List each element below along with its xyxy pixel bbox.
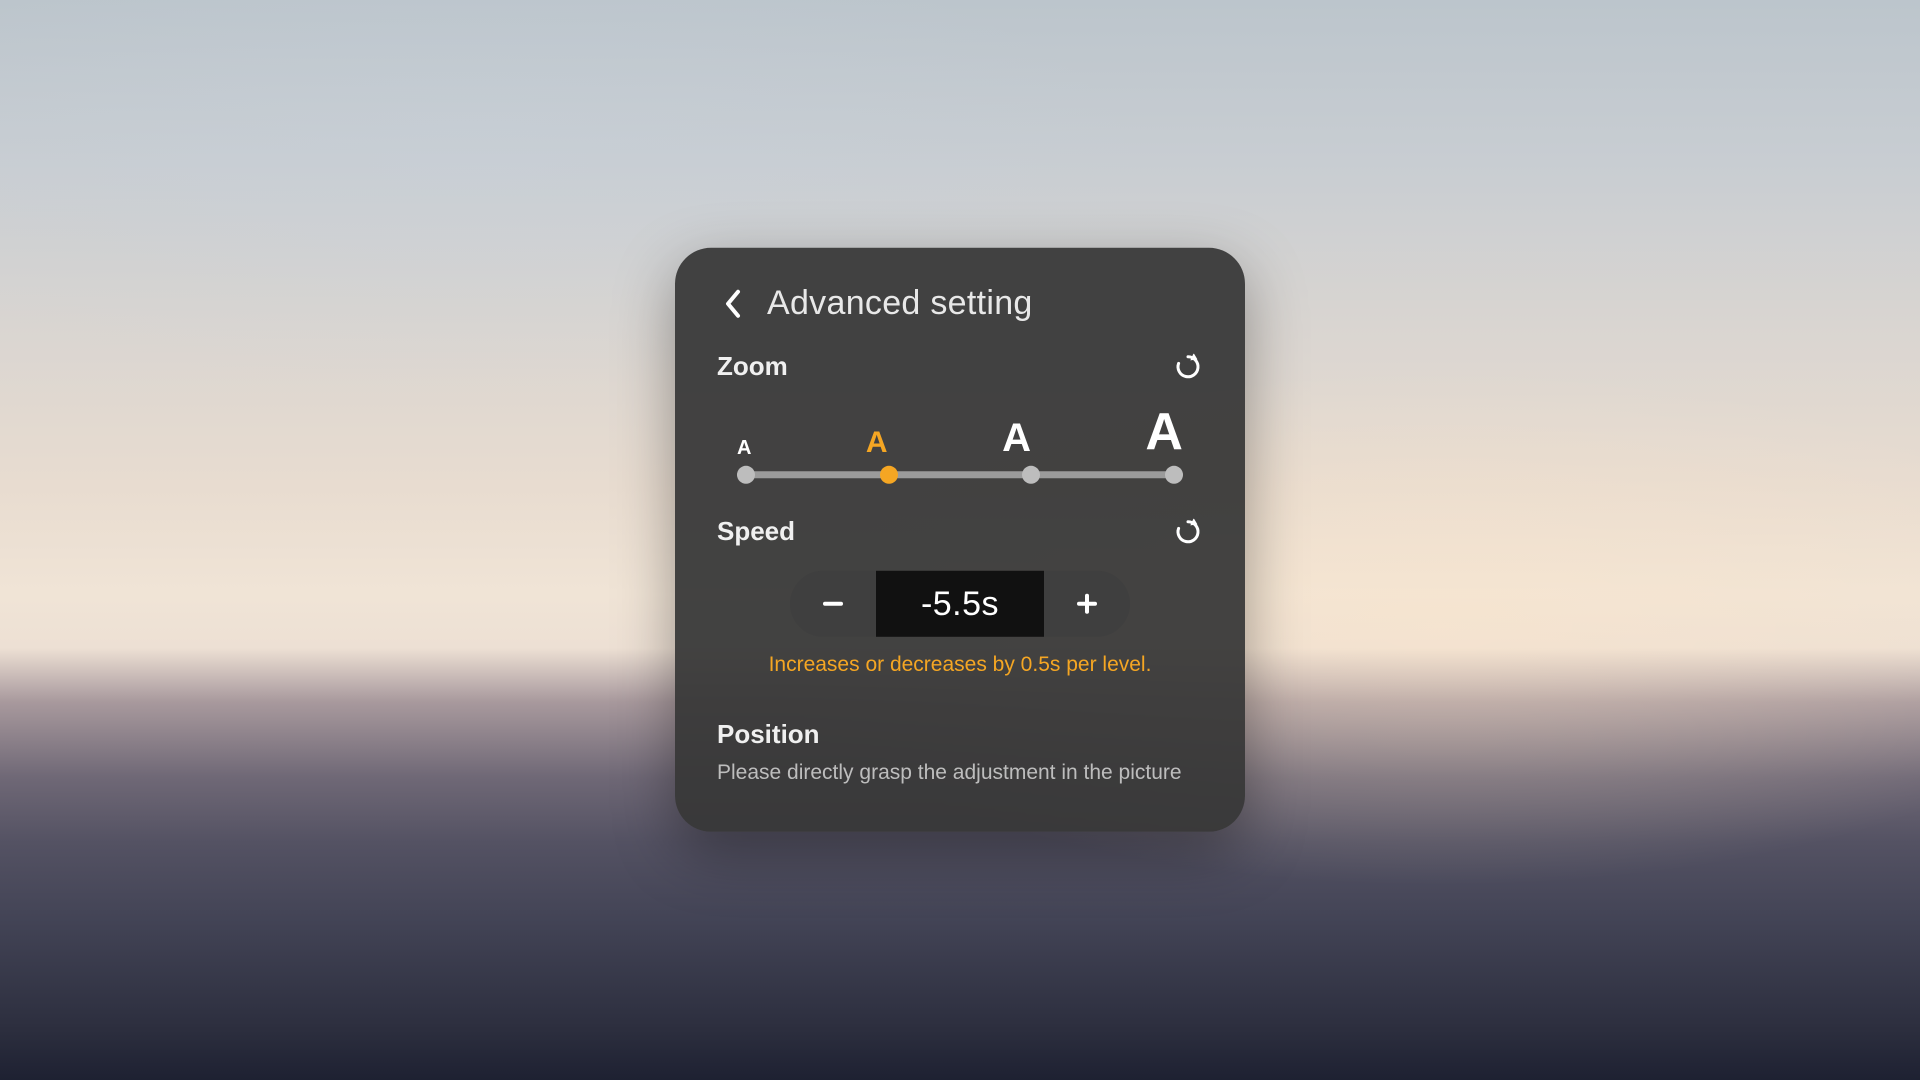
speed-decrease-button[interactable] (790, 571, 876, 637)
panel-title: Advanced setting (767, 284, 1033, 323)
speed-value: -5.5s (876, 571, 1044, 637)
zoom-stop-0[interactable] (737, 466, 755, 484)
back-button[interactable] (717, 287, 749, 319)
zoom-slider[interactable]: A A A A (717, 406, 1203, 482)
speed-stepper: -5.5s (790, 571, 1130, 637)
advanced-settings-panel: Advanced setting Zoom A A A A (675, 248, 1245, 832)
refresh-icon (1175, 353, 1201, 379)
zoom-stop-1[interactable] (880, 466, 898, 484)
plus-icon (1073, 590, 1101, 618)
zoom-stop-3[interactable] (1165, 466, 1183, 484)
speed-section: Speed -5.5s Increases or decreases by 0.… (717, 516, 1203, 677)
zoom-stop-2[interactable] (1022, 466, 1040, 484)
zoom-level-0: A (737, 438, 751, 458)
position-section: Position Please directly grasp the adjus… (717, 719, 1203, 788)
position-description: Please directly grasp the adjustment in … (717, 758, 1203, 788)
zoom-level-2: A (1002, 418, 1031, 458)
zoom-label: Zoom (717, 351, 788, 382)
speed-increase-button[interactable] (1044, 571, 1130, 637)
panel-header: Advanced setting (717, 284, 1203, 323)
chevron-left-icon (724, 288, 742, 318)
zoom-level-1: A (866, 428, 888, 458)
zoom-reset-button[interactable] (1173, 351, 1203, 381)
zoom-level-labels: A A A A (737, 406, 1183, 458)
refresh-icon (1175, 518, 1201, 544)
speed-hint: Increases or decreases by 0.5s per level… (717, 653, 1203, 677)
position-label: Position (717, 719, 1203, 750)
speed-reset-button[interactable] (1173, 516, 1203, 546)
minus-icon (819, 590, 847, 618)
speed-label: Speed (717, 516, 795, 547)
zoom-section: Zoom A A A A (717, 351, 1203, 482)
zoom-level-3: A (1145, 406, 1183, 458)
